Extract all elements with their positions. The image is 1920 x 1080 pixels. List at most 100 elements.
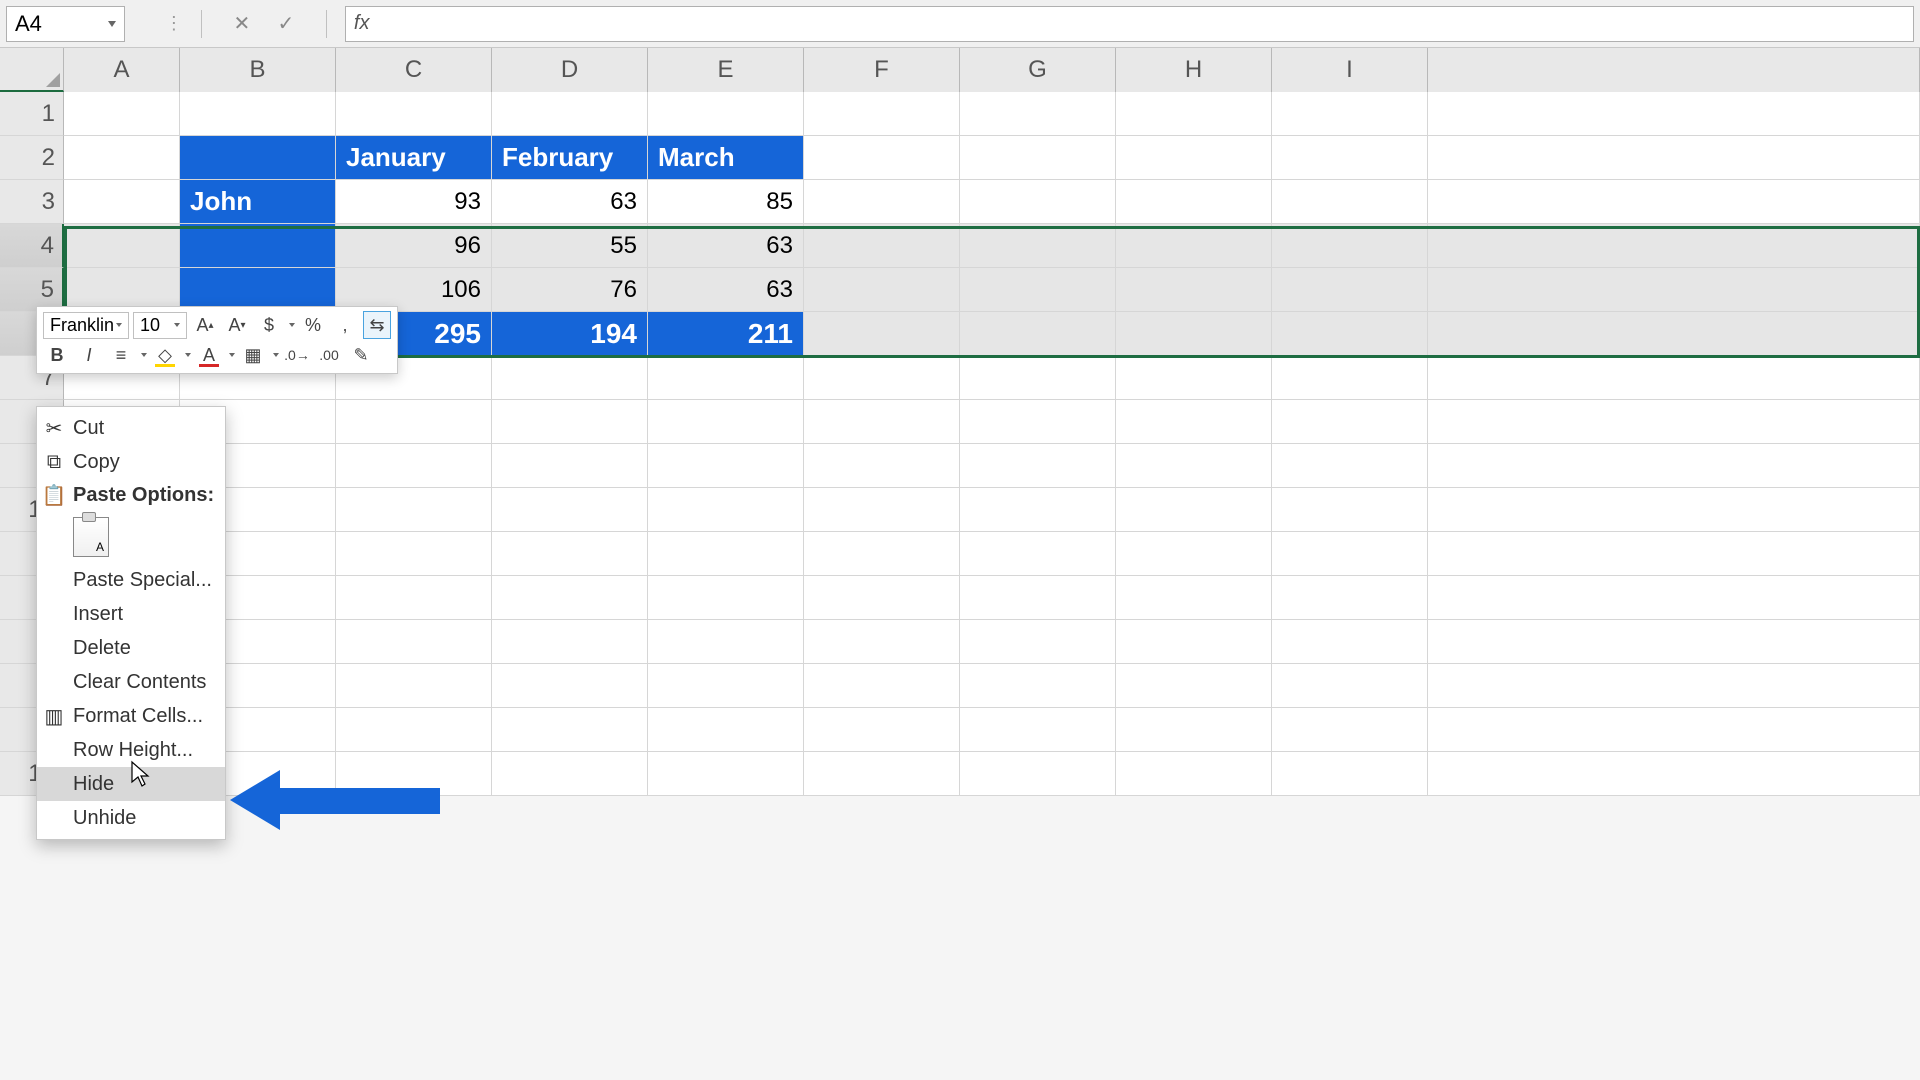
cell[interactable]	[960, 532, 1116, 576]
cell[interactable]: John	[180, 180, 336, 224]
cell[interactable]	[1272, 356, 1428, 400]
cell[interactable]	[336, 400, 492, 444]
cell[interactable]	[1272, 488, 1428, 532]
cell[interactable]	[492, 356, 648, 400]
cell[interactable]	[648, 532, 804, 576]
name-box[interactable]: A4	[6, 6, 125, 42]
chevron-down-icon[interactable]	[229, 353, 235, 357]
cell[interactable]	[960, 488, 1116, 532]
cell[interactable]	[804, 576, 960, 620]
align-icon[interactable]: ≡	[107, 341, 135, 369]
menu-item-insert[interactable]: Insert	[37, 597, 225, 631]
cell[interactable]	[492, 664, 648, 708]
cell[interactable]	[1116, 708, 1272, 752]
font-size-select[interactable]: 10	[133, 312, 187, 339]
col-head-H[interactable]: H	[1116, 48, 1272, 92]
cell[interactable]	[1272, 708, 1428, 752]
cell[interactable]	[64, 136, 180, 180]
bold-icon[interactable]: B	[43, 341, 71, 369]
cell[interactable]	[492, 400, 648, 444]
cell[interactable]	[180, 92, 336, 136]
cell[interactable]	[960, 752, 1116, 796]
cell[interactable]	[1116, 488, 1272, 532]
cell[interactable]	[1116, 532, 1272, 576]
menu-item-unhide[interactable]: Unhide	[37, 801, 225, 835]
cell[interactable]	[492, 708, 648, 752]
cell[interactable]	[804, 136, 960, 180]
chevron-down-icon[interactable]	[141, 353, 147, 357]
cell[interactable]	[960, 92, 1116, 136]
cell[interactable]	[1272, 664, 1428, 708]
cell[interactable]	[492, 620, 648, 664]
cell[interactable]	[492, 532, 648, 576]
cell[interactable]: 85	[648, 180, 804, 224]
cell[interactable]	[804, 708, 960, 752]
chevron-down-icon[interactable]	[185, 353, 191, 357]
cell[interactable]	[1272, 576, 1428, 620]
chevron-down-icon[interactable]	[273, 353, 279, 357]
cell[interactable]	[1272, 136, 1428, 180]
menu-item-clear-contents[interactable]: Clear Contents	[37, 665, 225, 699]
cell[interactable]	[1272, 620, 1428, 664]
cell[interactable]	[960, 268, 1116, 312]
col-head-D[interactable]: D	[492, 48, 648, 92]
cell[interactable]	[1272, 180, 1428, 224]
cell[interactable]	[1116, 400, 1272, 444]
paste-option-icon[interactable]: A	[73, 517, 109, 557]
cell[interactable]: 63	[648, 224, 804, 268]
cell[interactable]	[1272, 224, 1428, 268]
cell[interactable]	[492, 92, 648, 136]
menu-item-format-cells[interactable]: ▥ Format Cells...	[37, 699, 225, 733]
col-head-A[interactable]: A	[64, 48, 180, 92]
cell[interactable]	[804, 400, 960, 444]
cell[interactable]	[648, 356, 804, 400]
font-select[interactable]: Franklin	[43, 312, 129, 339]
cell[interactable]	[1116, 268, 1272, 312]
cell[interactable]	[1272, 752, 1428, 796]
cell[interactable]	[804, 444, 960, 488]
cell[interactable]: March	[648, 136, 804, 180]
cell[interactable]	[64, 180, 180, 224]
cell[interactable]	[1116, 444, 1272, 488]
cell[interactable]	[648, 400, 804, 444]
cell[interactable]	[1272, 268, 1428, 312]
cell[interactable]	[804, 664, 960, 708]
cell[interactable]	[1272, 92, 1428, 136]
cell[interactable]	[492, 444, 648, 488]
cell[interactable]	[960, 620, 1116, 664]
cell[interactable]	[336, 532, 492, 576]
fill-color-icon[interactable]: ◇	[151, 341, 179, 369]
select-all-corner[interactable]	[0, 48, 64, 92]
percent-icon[interactable]: %	[299, 311, 327, 339]
cell[interactable]	[804, 180, 960, 224]
cell[interactable]	[960, 136, 1116, 180]
cell[interactable]	[492, 576, 648, 620]
cell[interactable]	[1116, 356, 1272, 400]
menu-item-cut[interactable]: ✂ Cut	[37, 411, 225, 445]
menu-item-paste-special[interactable]: Paste Special...	[37, 563, 225, 597]
cell[interactable]	[1272, 400, 1428, 444]
cell[interactable]	[492, 488, 648, 532]
cell[interactable]	[1116, 576, 1272, 620]
cell[interactable]: 55	[492, 224, 648, 268]
font-color-icon[interactable]: A	[195, 341, 223, 369]
cell[interactable]	[648, 664, 804, 708]
cell[interactable]	[804, 224, 960, 268]
cell[interactable]	[960, 224, 1116, 268]
cell[interactable]: 96	[336, 224, 492, 268]
cell[interactable]	[64, 92, 180, 136]
col-head-E[interactable]: E	[648, 48, 804, 92]
cell[interactable]	[336, 488, 492, 532]
cell[interactable]	[960, 576, 1116, 620]
cell[interactable]	[336, 444, 492, 488]
cell[interactable]	[492, 752, 648, 796]
menu-item-delete[interactable]: Delete	[37, 631, 225, 665]
drag-handle-icon[interactable]: ⋮	[165, 13, 183, 34]
cell[interactable]	[804, 312, 960, 356]
cells-area[interactable]: JanuaryFebruaryMarchJohn9363859655631067…	[64, 92, 1920, 796]
col-head-I[interactable]: I	[1272, 48, 1428, 92]
cell[interactable]	[180, 224, 336, 268]
cell[interactable]	[1116, 224, 1272, 268]
cell[interactable]: 76	[492, 268, 648, 312]
cell[interactable]: 194	[492, 312, 648, 356]
